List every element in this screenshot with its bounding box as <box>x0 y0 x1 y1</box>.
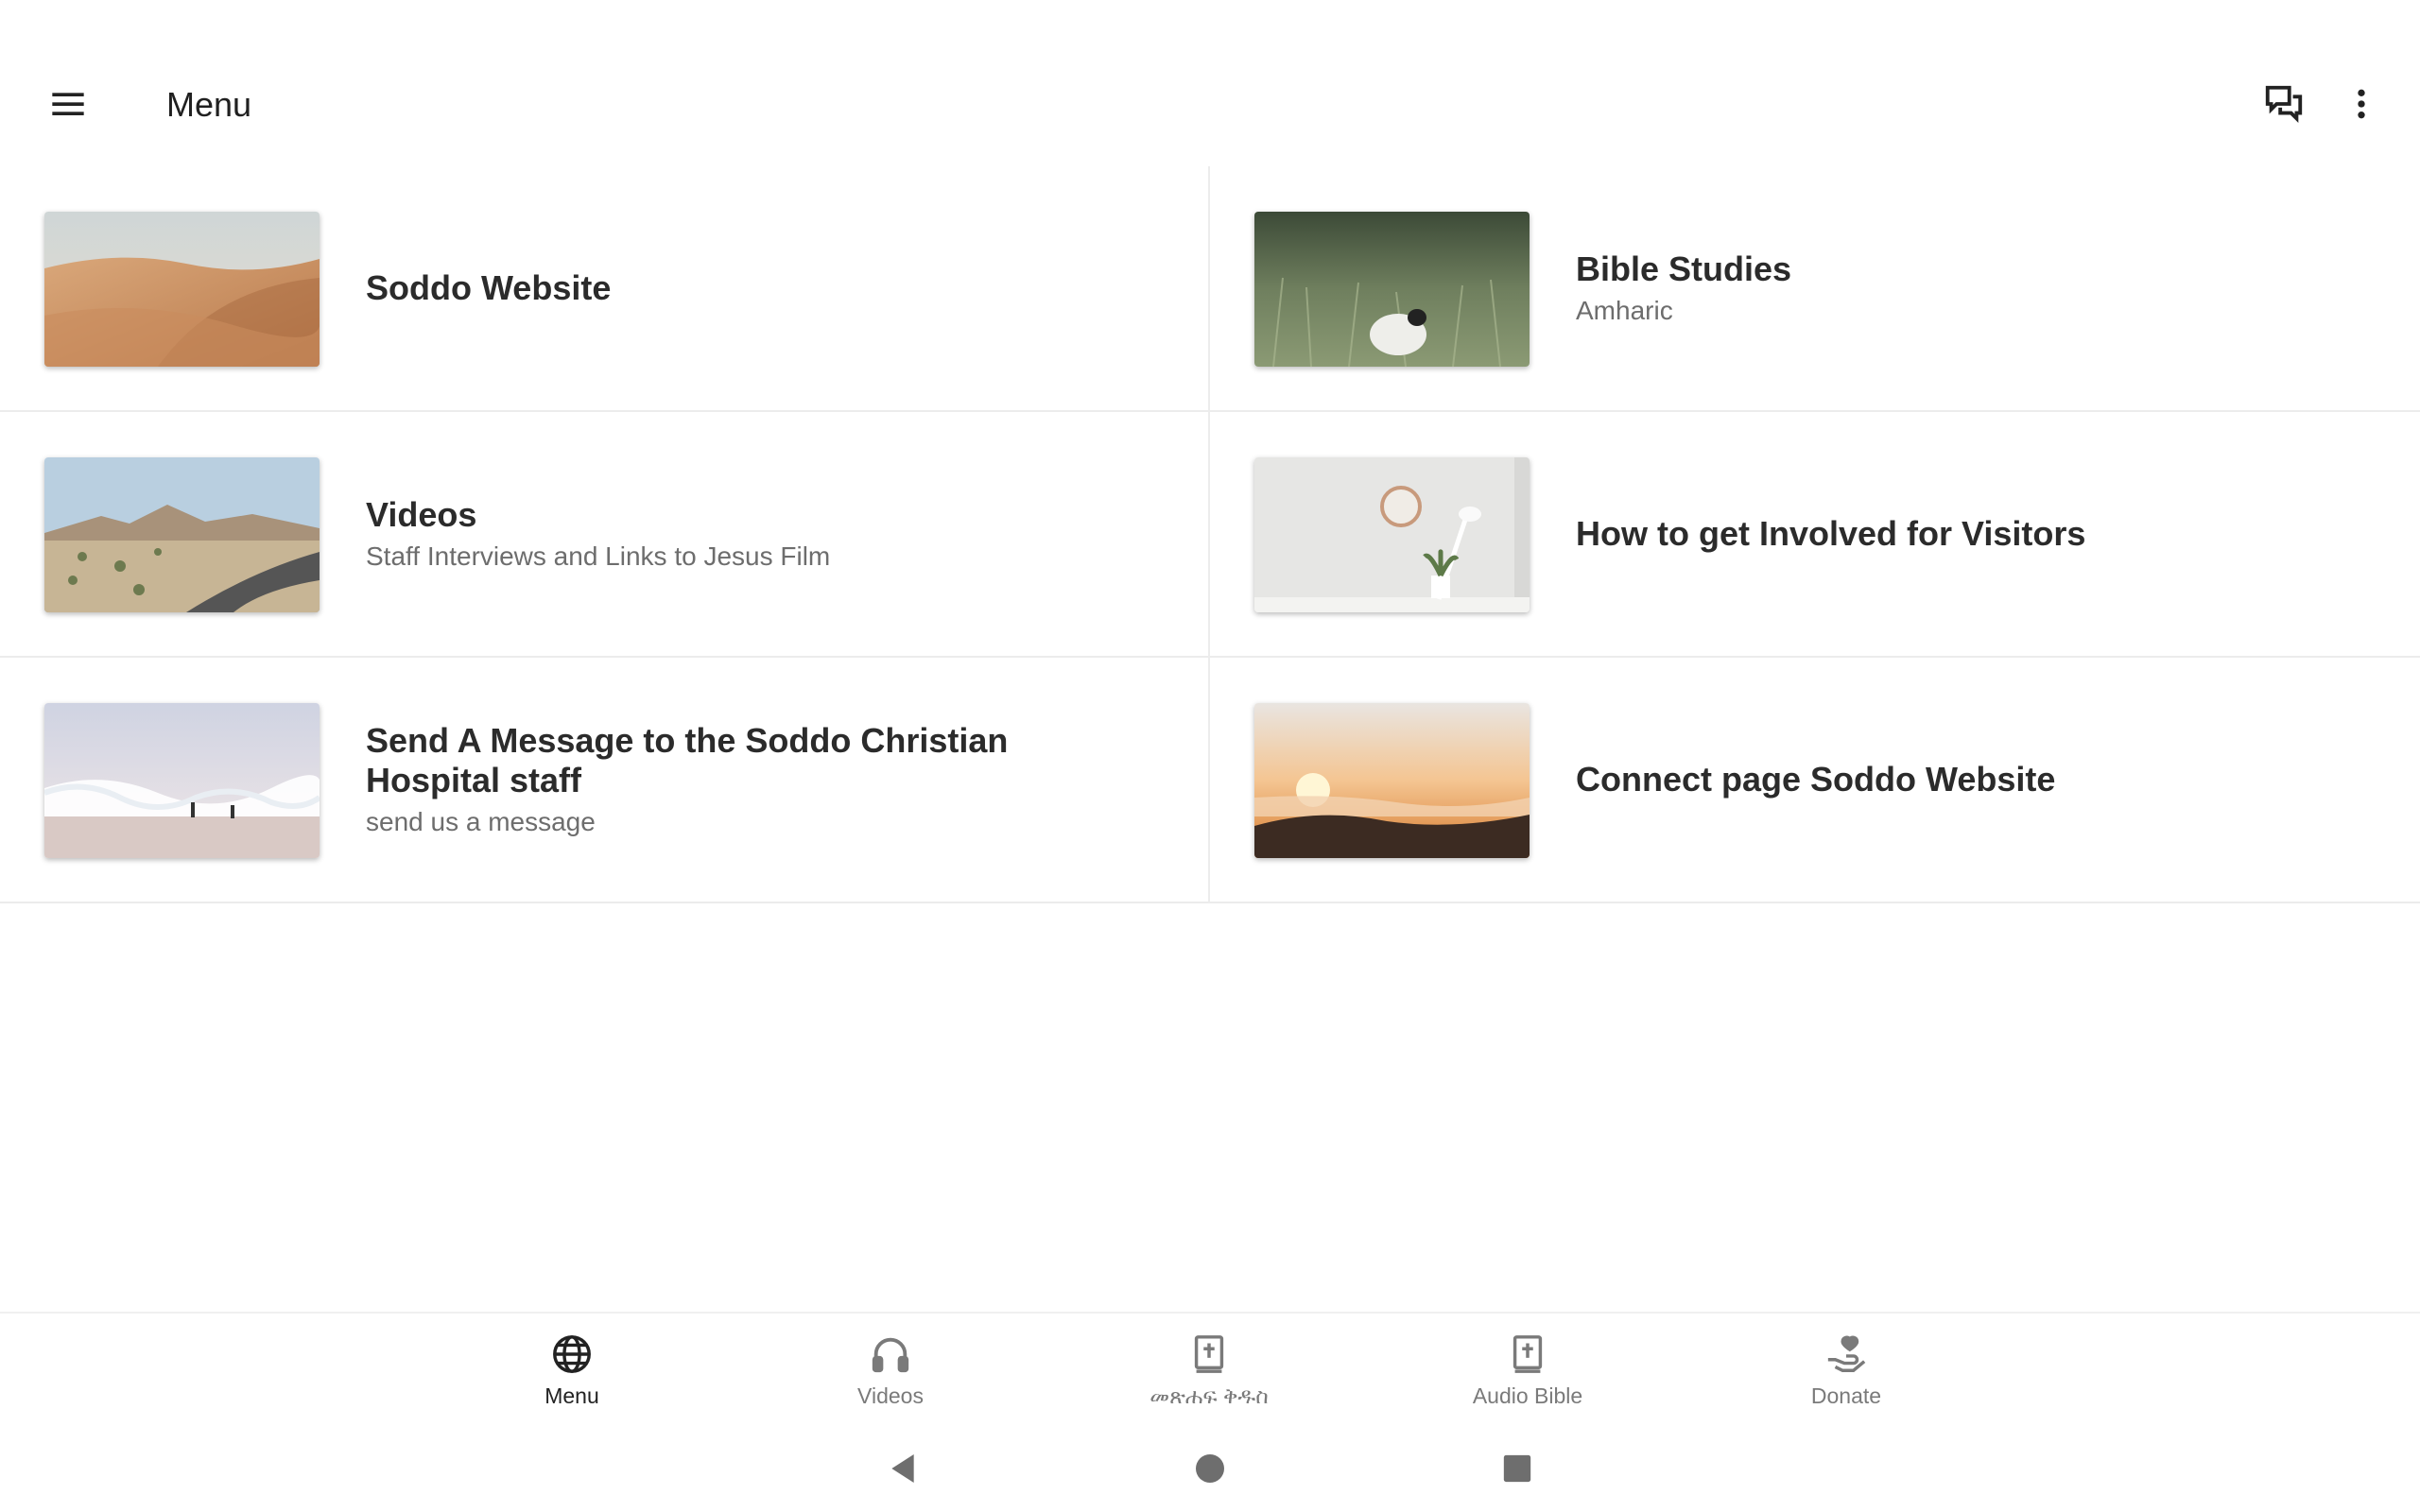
grid-row: Soddo Website Bible Studies Amharic <box>0 166 2420 412</box>
card-text: How to get Involved for Visitors <box>1576 412 2360 656</box>
chat-button[interactable] <box>2254 74 2314 134</box>
card-videos[interactable]: Videos Staff Interviews and Links to Jes… <box>0 412 1210 656</box>
card-title: Connect page Soddo Website <box>1576 760 2056 799</box>
nav-videos[interactable]: Videos <box>796 1332 985 1418</box>
card-text: Soddo Website <box>366 166 1150 410</box>
donate-hand-icon <box>1827 1335 1866 1372</box>
globe-icon <box>553 1335 591 1373</box>
menu-grid: Soddo Website Bible Studies Amharic Vide… <box>0 166 2420 903</box>
app-root: Menu Soddo Website Bible Studies Amharic… <box>0 0 2420 1512</box>
hamburger-icon <box>52 93 84 115</box>
card-text: Send A Message to the Soddo Christian Ho… <box>366 658 1150 902</box>
card-thumbnail <box>1254 212 1530 367</box>
navigation-menu-button[interactable] <box>38 74 98 134</box>
nav-label: Videos <box>857 1383 924 1408</box>
grid-row: Videos Staff Interviews and Links to Jes… <box>0 412 2420 658</box>
top-app-bar: Menu <box>0 49 2420 163</box>
card-title: Bible Studies <box>1576 249 1792 288</box>
card-text: Videos Staff Interviews and Links to Jes… <box>366 412 1150 656</box>
nav-menu[interactable]: Menu <box>477 1332 666 1418</box>
card-subtitle: Amharic <box>1576 296 1673 325</box>
more-vert-icon <box>2358 89 2365 119</box>
card-title: Soddo Website <box>366 268 612 307</box>
card-bible-studies[interactable]: Bible Studies Amharic <box>1210 166 2420 410</box>
more-options-button[interactable] <box>2331 74 2392 134</box>
bible-icon <box>1512 1335 1543 1373</box>
card-soddo-website[interactable]: Soddo Website <box>0 166 1210 410</box>
card-send-message[interactable]: Send A Message to the Soddo Christian Ho… <box>0 658 1210 902</box>
nav-bible[interactable]: መጽሐፍ ቅዱስ <box>1115 1332 1304 1418</box>
nav-label: መጽሐፍ ቅዱስ <box>1150 1383 1269 1408</box>
card-thumbnail <box>1254 703 1530 858</box>
card-thumbnail <box>1254 457 1530 612</box>
nav-donate[interactable]: Donate <box>1752 1332 1941 1418</box>
home-icon[interactable] <box>1191 1450 1229 1487</box>
headphones-icon <box>872 1337 909 1373</box>
card-get-involved[interactable]: How to get Involved for Visitors <box>1210 412 2420 656</box>
card-title: Videos <box>366 495 477 534</box>
card-title: How to get Involved for Visitors <box>1576 514 2086 553</box>
nav-audio-bible[interactable]: Audio Bible <box>1433 1332 1622 1418</box>
page-title: Menu <box>166 85 252 124</box>
card-subtitle: send us a message <box>366 807 596 836</box>
bottom-navigation: Menu Videos መጽሐፍ ቅዱስ Audio Bible Donate <box>0 1312 2420 1416</box>
card-thumbnail <box>44 457 320 612</box>
recents-icon[interactable] <box>1498 1450 1536 1487</box>
nav-label: Menu <box>544 1383 599 1408</box>
card-thumbnail <box>44 212 320 367</box>
card-subtitle: Staff Interviews and Links to Jesus Film <box>366 541 831 571</box>
system-navigation-bar <box>0 1427 2420 1512</box>
nav-label: Donate <box>1810 1383 1882 1408</box>
card-text: Bible Studies Amharic <box>1576 166 2360 410</box>
chat-icon <box>2265 85 2303 123</box>
card-text: Connect page Soddo Website <box>1576 658 2360 902</box>
card-title: Send A Message to the Soddo Christian Ho… <box>366 721 1009 799</box>
card-thumbnail <box>44 703 320 858</box>
bible-icon <box>1194 1335 1224 1373</box>
card-connect-page[interactable]: Connect page Soddo Website <box>1210 658 2420 902</box>
grid-row: Send A Message to the Soddo Christian Ho… <box>0 658 2420 903</box>
back-icon[interactable] <box>884 1450 922 1487</box>
nav-label: Audio Bible <box>1472 1383 1583 1408</box>
